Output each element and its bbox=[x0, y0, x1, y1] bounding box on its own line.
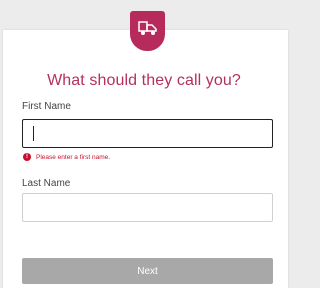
first-name-error: ! Please enter a first name. bbox=[23, 152, 110, 162]
form-title: What should they call you? bbox=[47, 72, 241, 89]
text-cursor bbox=[33, 126, 34, 141]
first-name-error-text: Please enter a first name. bbox=[36, 153, 111, 161]
page: What should they call you? First Name ! … bbox=[0, 0, 288, 288]
first-name-input[interactable] bbox=[22, 119, 273, 148]
brand-logo bbox=[130, 11, 165, 51]
error-icon: ! bbox=[23, 153, 31, 161]
last-name-label: Last Name bbox=[22, 178, 71, 189]
truck-icon bbox=[138, 21, 157, 35]
first-name-label: First Name bbox=[22, 101, 71, 112]
next-button[interactable]: Next bbox=[22, 258, 273, 284]
last-name-input[interactable] bbox=[22, 193, 273, 222]
